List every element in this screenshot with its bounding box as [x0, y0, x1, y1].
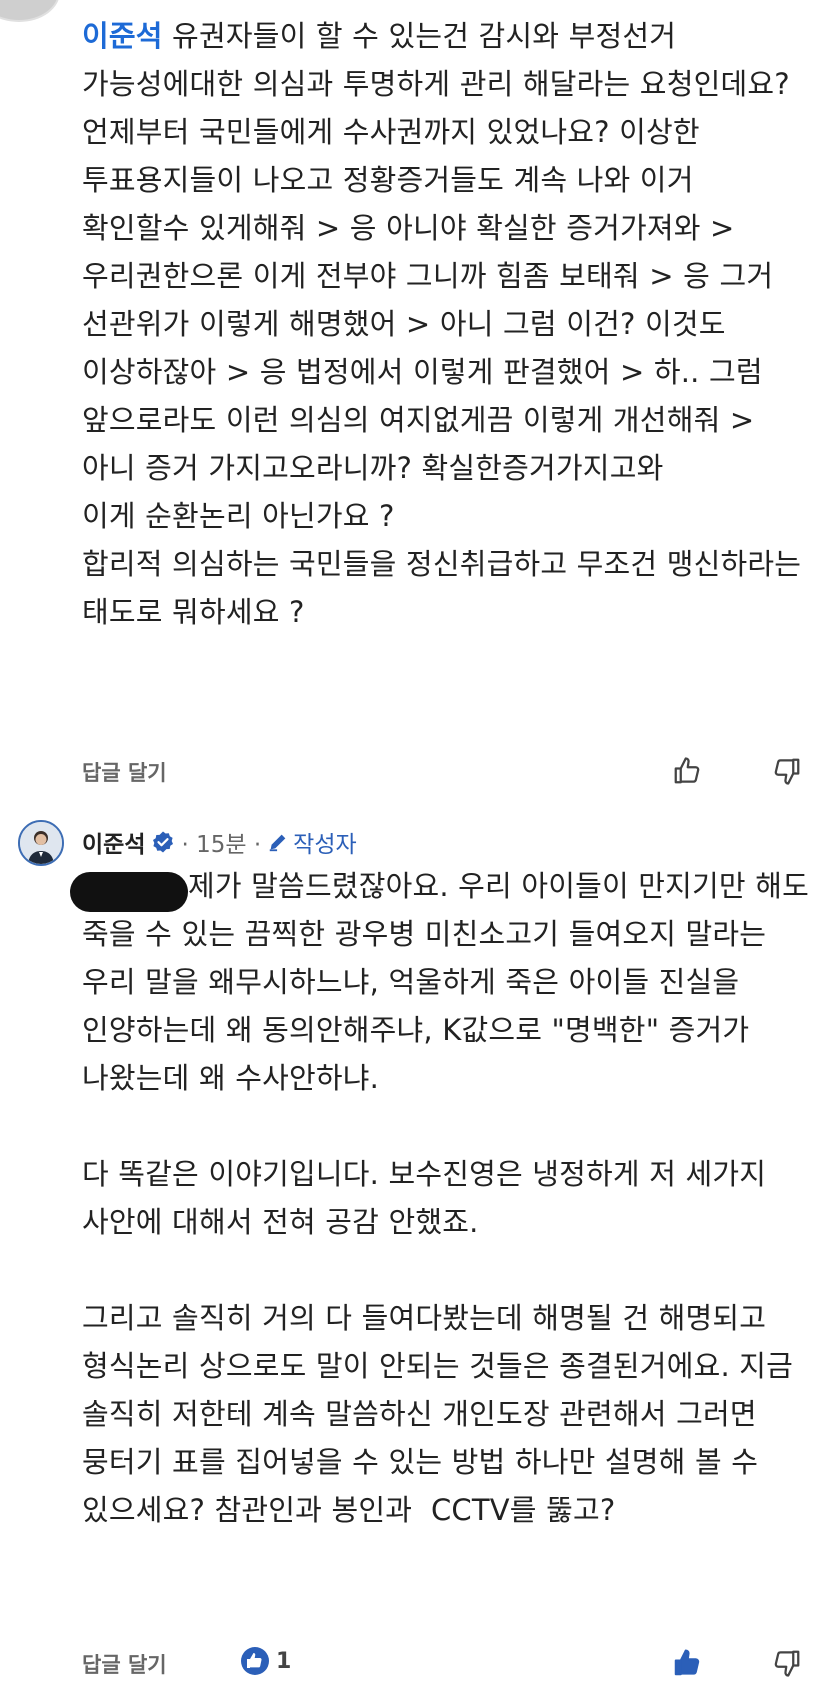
person-photo-icon — [20, 822, 62, 864]
comment-text: 이준석 유권자들이 할 수 있는건 감시와 부정선거 가능성에대한 의심과 투명… — [82, 12, 810, 636]
comment-body-text: 유권자들이 할 수 있는건 감시와 부정선거 가능성에대한 의심과 투명하게 관… — [82, 19, 802, 629]
reply-button[interactable]: 답글 달기 — [82, 757, 167, 787]
like-button[interactable] — [672, 1648, 702, 1678]
mention-link[interactable]: 이준석 — [82, 19, 163, 53]
like-summary: 1 — [240, 1646, 291, 1676]
dislike-button[interactable] — [772, 756, 802, 786]
thumbs-down-icon — [774, 1650, 800, 1677]
author-name[interactable]: 이준석 — [82, 825, 145, 859]
pencil-icon — [267, 831, 289, 853]
comment-actions: 답글 달기 1 — [82, 1644, 802, 1684]
reply-button[interactable]: 답글 달기 — [82, 1649, 167, 1679]
comment-time: · 15분 · — [181, 832, 262, 858]
like-button[interactable] — [672, 756, 702, 786]
comment-body-text: 제가 말씀드렸잖아요. 우리 아이들이 만지기만 해도 죽을 수 있는 끔찍한 … — [82, 869, 809, 1527]
comment-header: 이준석 · 15분 · 작성자 — [82, 822, 357, 862]
author-badge: 작성자 — [293, 832, 357, 858]
dislike-button[interactable] — [772, 1648, 802, 1678]
author-avatar[interactable] — [18, 820, 64, 866]
comment-text: 제가 말씀드렸잖아요. 우리 아이들이 만지기만 해도 죽을 수 있는 끔찍한 … — [82, 862, 810, 1534]
thumbs-up-filled-icon — [674, 1649, 700, 1676]
thumbs-up-icon — [674, 757, 700, 784]
like-badge-icon — [241, 1647, 269, 1675]
comment-actions: 답글 달기 — [82, 752, 802, 792]
verified-icon — [151, 830, 175, 854]
thumbs-down-icon — [774, 758, 800, 785]
like-count: 1 — [276, 1648, 292, 1674]
previous-commenter-avatar[interactable] — [0, 0, 60, 22]
